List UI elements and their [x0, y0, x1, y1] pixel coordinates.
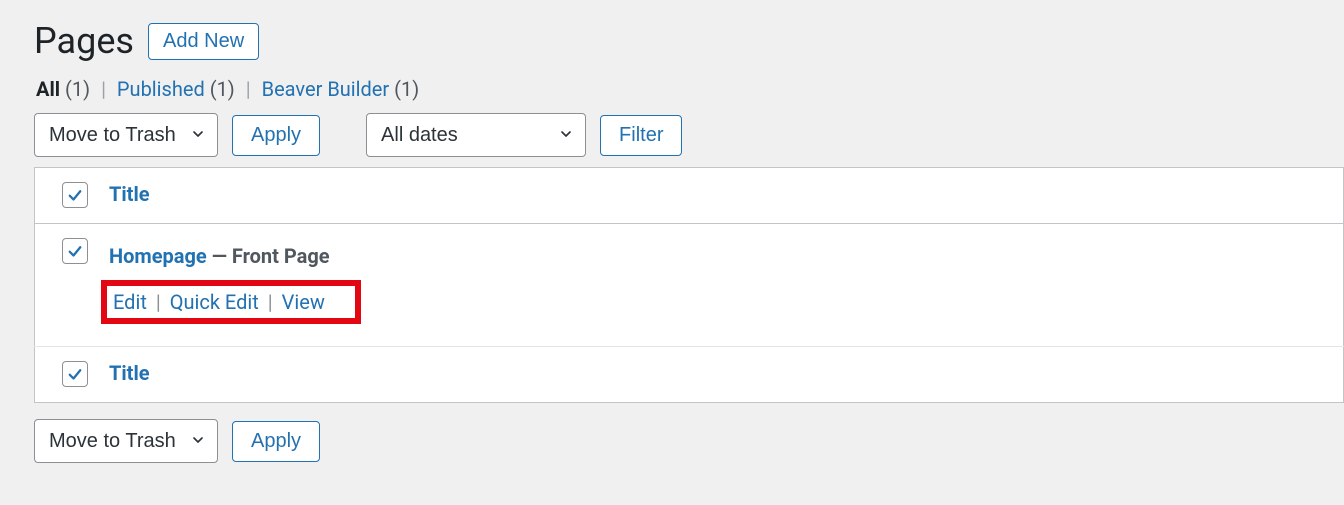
filter-bb-label: Beaver Builder [262, 77, 390, 101]
filter-published-count: (1) [210, 77, 235, 101]
tablenav-bottom: Move to Trash Apply [34, 419, 1344, 463]
table-row: Homepage — Front Page Edit | Quick Edit … [35, 224, 1344, 347]
column-title-header[interactable]: Title [109, 182, 150, 206]
separator: | [101, 77, 106, 101]
add-new-button[interactable]: Add New [148, 23, 259, 60]
page-title: Pages [34, 20, 134, 63]
filter-button[interactable]: Filter [600, 115, 682, 156]
separator: | [246, 77, 251, 101]
date-filter-select[interactable]: All dates [366, 113, 586, 157]
filter-beaver-builder[interactable]: Beaver Builder [262, 77, 395, 101]
pages-table: Title Homepage — Front Page Edit | Quick… [34, 167, 1344, 403]
filter-all[interactable]: All (1) [36, 77, 95, 101]
select-all-checkbox-bottom[interactable] [62, 361, 88, 387]
bulk-action-select[interactable]: Move to Trash [34, 113, 218, 157]
row-checkbox[interactable] [62, 238, 88, 264]
separator: | [156, 290, 161, 314]
status-filter-links: All (1) | Published (1) | Beaver Builder… [36, 77, 1344, 101]
bulk-apply-button[interactable]: Apply [232, 115, 320, 156]
row-action-edit[interactable]: Edit [113, 290, 147, 314]
filter-all-count: (1) [65, 77, 90, 101]
column-title-footer[interactable]: Title [109, 361, 150, 385]
separator: | [268, 290, 273, 314]
row-title-suffix: — Front Page [207, 244, 330, 268]
filter-published[interactable]: Published [117, 77, 210, 101]
row-action-quick-edit[interactable]: Quick Edit [170, 290, 259, 314]
bulk-apply-button-bottom[interactable]: Apply [232, 421, 320, 462]
row-action-view[interactable]: View [282, 290, 325, 314]
filter-all-label: All [36, 77, 60, 101]
row-actions-highlight: Edit | Quick Edit | View [101, 280, 361, 324]
filter-bb-count: (1) [394, 77, 419, 101]
select-all-checkbox[interactable] [62, 182, 88, 208]
row-title-link[interactable]: Homepage [109, 244, 207, 268]
tablenav-top: Move to Trash Apply All dates Filter [34, 113, 1344, 157]
filter-published-label: Published [117, 77, 205, 101]
bulk-action-select-bottom[interactable]: Move to Trash [34, 419, 218, 463]
